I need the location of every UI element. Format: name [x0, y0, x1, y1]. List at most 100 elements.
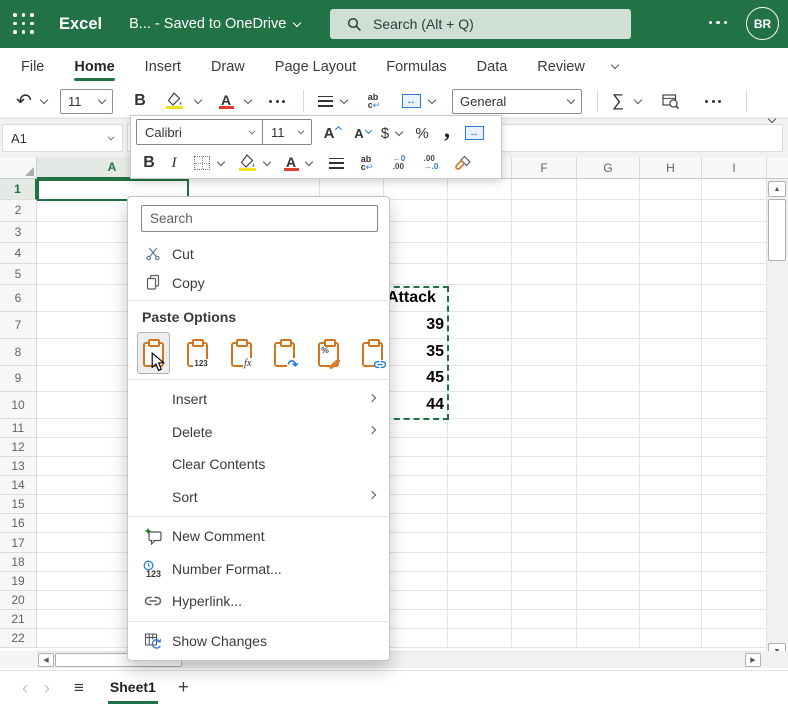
cell-G18[interactable]	[577, 553, 640, 572]
cell-D11[interactable]	[384, 419, 448, 438]
cell-G12[interactable]	[577, 438, 640, 457]
row-header-7[interactable]: 7	[0, 312, 37, 339]
cell-E11[interactable]	[448, 419, 512, 438]
cell-G4[interactable]	[577, 243, 640, 264]
cell-I22[interactable]	[702, 629, 767, 648]
cell-D21[interactable]	[384, 610, 448, 629]
cell-H18[interactable]	[640, 553, 702, 572]
cell-I10[interactable]	[702, 392, 767, 419]
cell-I20[interactable]	[702, 591, 767, 610]
menu-item-cut[interactable]: Cut	[128, 239, 389, 268]
cell-G21[interactable]	[577, 610, 640, 629]
cell-I3[interactable]	[702, 222, 767, 243]
cell-D22[interactable]	[384, 629, 448, 648]
previous-sheet-button[interactable]: ‹	[22, 679, 28, 697]
row-header-22[interactable]: 22	[0, 629, 37, 648]
cell-I15[interactable]	[702, 495, 767, 514]
bold-button[interactable]: B	[130, 85, 150, 117]
tab-insert[interactable]: Insert	[130, 48, 196, 85]
menu-item-hyperlink[interactable]: Hyperlink...	[128, 585, 389, 618]
cell-G7[interactable]	[577, 312, 640, 339]
cell-D13[interactable]	[384, 457, 448, 476]
row-header-9[interactable]: 9	[0, 366, 37, 393]
cell-F2[interactable]	[512, 200, 577, 221]
menu-item-delete[interactable]: Delete	[128, 416, 389, 449]
cell-F8[interactable]	[512, 339, 577, 366]
cell-G3[interactable]	[577, 222, 640, 243]
font-name-select[interactable]: Calibri	[137, 120, 263, 144]
cell-F9[interactable]	[512, 366, 577, 393]
cell-G1[interactable]	[577, 179, 640, 200]
tab-draw[interactable]: Draw	[196, 48, 260, 85]
cell-E8[interactable]	[448, 339, 512, 366]
cell-H4[interactable]	[640, 243, 702, 264]
paste-formatting-button[interactable]: %	[312, 332, 345, 374]
align-button-mini[interactable]	[325, 148, 347, 178]
cell-I5[interactable]	[702, 264, 767, 285]
row-header-21[interactable]: 21	[0, 610, 37, 629]
fill-color-chevron[interactable]	[192, 85, 204, 117]
more-toolbar-options-button[interactable]	[700, 85, 726, 117]
cell-E16[interactable]	[448, 514, 512, 533]
cell-F17[interactable]	[512, 533, 577, 552]
column-header-H[interactable]: H	[640, 157, 702, 179]
row-header-18[interactable]: 18	[0, 553, 37, 572]
decrease-decimal-button[interactable]: ←0.00	[385, 148, 413, 178]
cell-E3[interactable]	[448, 222, 512, 243]
increase-decimal-button[interactable]: .00→.0	[417, 148, 445, 178]
cell-F12[interactable]	[512, 438, 577, 457]
cell-F18[interactable]	[512, 553, 577, 572]
cell-G6[interactable]	[577, 285, 640, 312]
cell-F10[interactable]	[512, 392, 577, 419]
align-button[interactable]	[314, 85, 336, 117]
tab-data[interactable]: Data	[462, 48, 523, 85]
row-header-6[interactable]: 6	[0, 285, 37, 312]
cell-F13[interactable]	[512, 457, 577, 476]
cell-I9[interactable]	[702, 366, 767, 393]
next-sheet-button[interactable]: ›	[44, 679, 50, 697]
cell-I21[interactable]	[702, 610, 767, 629]
accounting-format-button[interactable]: $	[377, 118, 393, 148]
cell-D17[interactable]	[384, 533, 448, 552]
cell-G20[interactable]	[577, 591, 640, 610]
menu-item-new-comment[interactable]: New Comment	[128, 520, 389, 553]
cell-E20[interactable]	[448, 591, 512, 610]
column-header-I[interactable]: I	[702, 157, 767, 179]
merge-chevron[interactable]	[426, 85, 438, 117]
vertical-scrollbar[interactable]: ▲ ▼	[766, 179, 788, 662]
cell-F1[interactable]	[512, 179, 577, 200]
cell-E7[interactable]	[448, 312, 512, 339]
cell-E21[interactable]	[448, 610, 512, 629]
cell-H7[interactable]	[640, 312, 702, 339]
cell-I19[interactable]	[702, 572, 767, 591]
cell-D5[interactable]	[384, 264, 448, 285]
row-header-12[interactable]: 12	[0, 438, 37, 457]
italic-button-mini[interactable]: I	[165, 148, 183, 178]
autosum-button[interactable]: ∑	[606, 85, 630, 117]
cell-E22[interactable]	[448, 629, 512, 648]
cell-E10[interactable]	[448, 392, 512, 419]
merge-button-mini[interactable]: ↔	[461, 118, 487, 148]
cell-H19[interactable]	[640, 572, 702, 591]
row-header-10[interactable]: 10	[0, 392, 37, 419]
cell-G10[interactable]	[577, 392, 640, 419]
cell-F4[interactable]	[512, 243, 577, 264]
app-launcher-waffle-icon[interactable]	[13, 13, 35, 35]
cell-F20[interactable]	[512, 591, 577, 610]
cell-G8[interactable]	[577, 339, 640, 366]
undo-button[interactable]: ↶	[12, 85, 36, 117]
sheet-tab-sheet1[interactable]: Sheet1	[108, 671, 158, 705]
cell-D2[interactable]	[384, 200, 448, 221]
fill-color-button-mini[interactable]	[235, 148, 259, 178]
cell-H20[interactable]	[640, 591, 702, 610]
cell-E13[interactable]	[448, 457, 512, 476]
row-header-4[interactable]: 4	[0, 243, 37, 264]
cell-G15[interactable]	[577, 495, 640, 514]
borders-chevron[interactable]	[215, 148, 227, 178]
align-chevron[interactable]	[338, 85, 350, 117]
cell-G22[interactable]	[577, 629, 640, 648]
cell-E19[interactable]	[448, 572, 512, 591]
shrink-font-button[interactable]: A	[347, 118, 371, 148]
cell-H17[interactable]	[640, 533, 702, 552]
name-box[interactable]: A1	[2, 124, 123, 152]
